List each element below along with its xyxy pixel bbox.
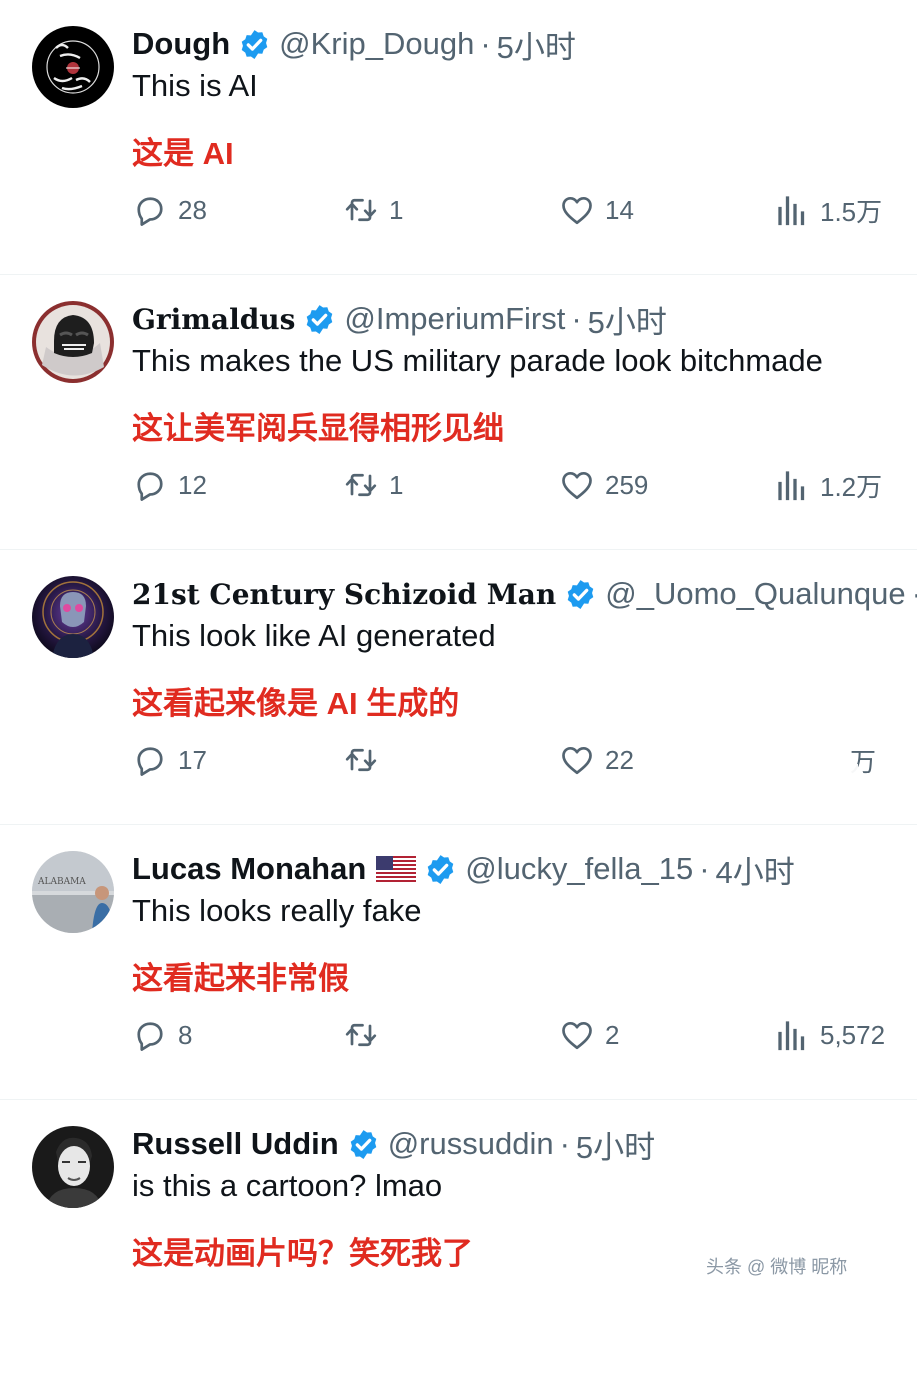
reply-icon bbox=[137, 747, 163, 776]
heart-icon bbox=[562, 471, 592, 500]
views-button[interactable]: 1.2万 bbox=[774, 463, 882, 507]
separator-dot: · bbox=[912, 576, 917, 612]
display-name[interactable]: 21st Century Schizoid Man bbox=[132, 578, 556, 611]
retweet-button[interactable]: 1 bbox=[343, 463, 403, 507]
retweet-icon bbox=[345, 748, 377, 772]
verified-badge-icon bbox=[567, 579, 594, 609]
verified-badge-icon bbox=[427, 854, 454, 884]
retweet-count: 1 bbox=[389, 194, 404, 225]
avatar[interactable] bbox=[32, 576, 114, 658]
like-button[interactable]: 14 bbox=[559, 188, 634, 232]
reply-icon bbox=[137, 1022, 163, 1051]
like-count: 259 bbox=[605, 469, 649, 500]
timestamp[interactable]: 5小时 bbox=[497, 22, 576, 67]
retweet-button[interactable]: 1 bbox=[343, 188, 403, 232]
reply-button[interactable]: 28 bbox=[132, 188, 207, 232]
timestamp[interactable]: 5小时 bbox=[576, 1122, 655, 1167]
reply-count: 28 bbox=[178, 194, 207, 225]
tweet[interactable]: Dough @Krip_Dough · 5小时 This is AI 这是 AI… bbox=[0, 0, 917, 275]
view-count: 1.5万 bbox=[820, 196, 883, 227]
tweet-text: is this a cartoon? lmao bbox=[132, 1168, 443, 1203]
display-name[interactable]: Dough bbox=[132, 26, 230, 62]
reply-count: 17 bbox=[178, 744, 207, 775]
tweet-translation: 这是动画片吗？笑死我了 bbox=[132, 1236, 473, 1271]
avatar[interactable] bbox=[32, 26, 114, 108]
timestamp[interactable]: 4小时 bbox=[716, 847, 795, 892]
tweet-text: This is AI bbox=[132, 68, 258, 103]
us-flag-icon bbox=[376, 856, 417, 882]
tweet-translation: 这看起来非常假 bbox=[132, 961, 349, 996]
views-icon bbox=[778, 196, 805, 226]
avatar[interactable] bbox=[32, 301, 114, 383]
reply-button[interactable]: 12 bbox=[132, 463, 207, 507]
tweet[interactable]: Russell Uddin @russuddin · 5小时 is this a… bbox=[0, 1100, 917, 1375]
tweet-translation: 这让美军阅兵显得相形见绌 bbox=[132, 411, 504, 446]
reply-icon bbox=[137, 472, 163, 501]
separator-dot: · bbox=[559, 1126, 570, 1161]
tweet-text: This looks really fake bbox=[132, 893, 422, 928]
retweet-icon bbox=[345, 473, 377, 497]
reply-count: 8 bbox=[178, 1019, 193, 1050]
display-name[interactable]: Russell Uddin bbox=[132, 1126, 339, 1162]
reply-button[interactable]: 8 bbox=[132, 1013, 192, 1057]
like-button[interactable]: 22 bbox=[559, 738, 634, 782]
watermark-text: 头条 @ 微博 昵称 bbox=[706, 1257, 848, 1277]
user-handle[interactable]: @_Uomo_Qualunque bbox=[605, 576, 905, 612]
retweet-count: 1 bbox=[389, 469, 404, 500]
user-handle[interactable]: @russuddin bbox=[388, 1126, 554, 1162]
display-name[interactable]: Lucas Monahan bbox=[132, 851, 366, 887]
avatar-sign-text: ALABAMA bbox=[37, 877, 86, 887]
retweet-icon bbox=[345, 1023, 377, 1047]
verified-badge-icon bbox=[307, 304, 333, 334]
tweet-text: This makes the US military parade look b… bbox=[132, 343, 823, 378]
views-icon bbox=[778, 471, 805, 501]
tweet-translation: 这看起来像是 AI 生成的 bbox=[132, 686, 460, 721]
tweet-text: This look like AI generated bbox=[132, 618, 496, 653]
views-icon bbox=[778, 1021, 805, 1051]
separator-dot: · bbox=[571, 301, 582, 336]
avatar[interactable]: ALABAMA bbox=[32, 851, 114, 933]
reply-button[interactable]: 17 bbox=[132, 738, 207, 782]
action-bar: 12 1 259 1.2万 bbox=[0, 463, 917, 507]
like-button[interactable]: 2 bbox=[559, 1013, 619, 1057]
verified-badge-icon bbox=[241, 29, 268, 59]
view-count: 5,572 bbox=[820, 1019, 886, 1050]
retweet-icon bbox=[345, 198, 377, 222]
separator-dot: · bbox=[699, 851, 710, 886]
user-handle[interactable]: @Krip_Dough bbox=[279, 26, 474, 62]
reply-count: 12 bbox=[178, 469, 207, 500]
verified-badge-icon bbox=[350, 1129, 376, 1159]
views-button[interactable]: 5,572 bbox=[774, 1013, 885, 1057]
like-count: 22 bbox=[605, 744, 634, 775]
watermark-blur bbox=[776, 764, 858, 798]
retweet-button[interactable] bbox=[343, 1013, 389, 1057]
user-handle[interactable]: @lucky_fella_15 bbox=[465, 851, 693, 887]
user-handle[interactable]: @ImperiumFirst bbox=[344, 301, 565, 337]
tweet[interactable]: ALABAMA Lucas Monahan @lucky_fella_15 · … bbox=[0, 825, 917, 1100]
like-count: 14 bbox=[605, 194, 634, 225]
display-name[interactable]: Grimaldus bbox=[132, 303, 295, 336]
like-count: 2 bbox=[605, 1019, 620, 1050]
reply-icon bbox=[137, 197, 163, 226]
action-bar: 28 1 14 1.5万 bbox=[0, 188, 917, 232]
like-button[interactable]: 259 bbox=[559, 463, 648, 507]
heart-icon bbox=[562, 196, 592, 225]
tweet[interactable]: Grimaldus @ImperiumFirst · 5小时 This make… bbox=[0, 275, 917, 550]
retweet-button[interactable] bbox=[343, 738, 389, 782]
views-button[interactable]: 1.5万 bbox=[774, 188, 882, 232]
view-count: 1.2万 bbox=[820, 471, 883, 502]
timestamp[interactable]: 5小时 bbox=[588, 297, 667, 342]
tweet-translation: 这是 AI bbox=[132, 136, 234, 171]
separator-dot: · bbox=[480, 26, 491, 61]
heart-icon bbox=[562, 1021, 592, 1050]
avatar[interactable] bbox=[32, 1126, 114, 1208]
heart-icon bbox=[562, 746, 592, 775]
action-bar: 8 2 5,572 bbox=[0, 1013, 917, 1057]
